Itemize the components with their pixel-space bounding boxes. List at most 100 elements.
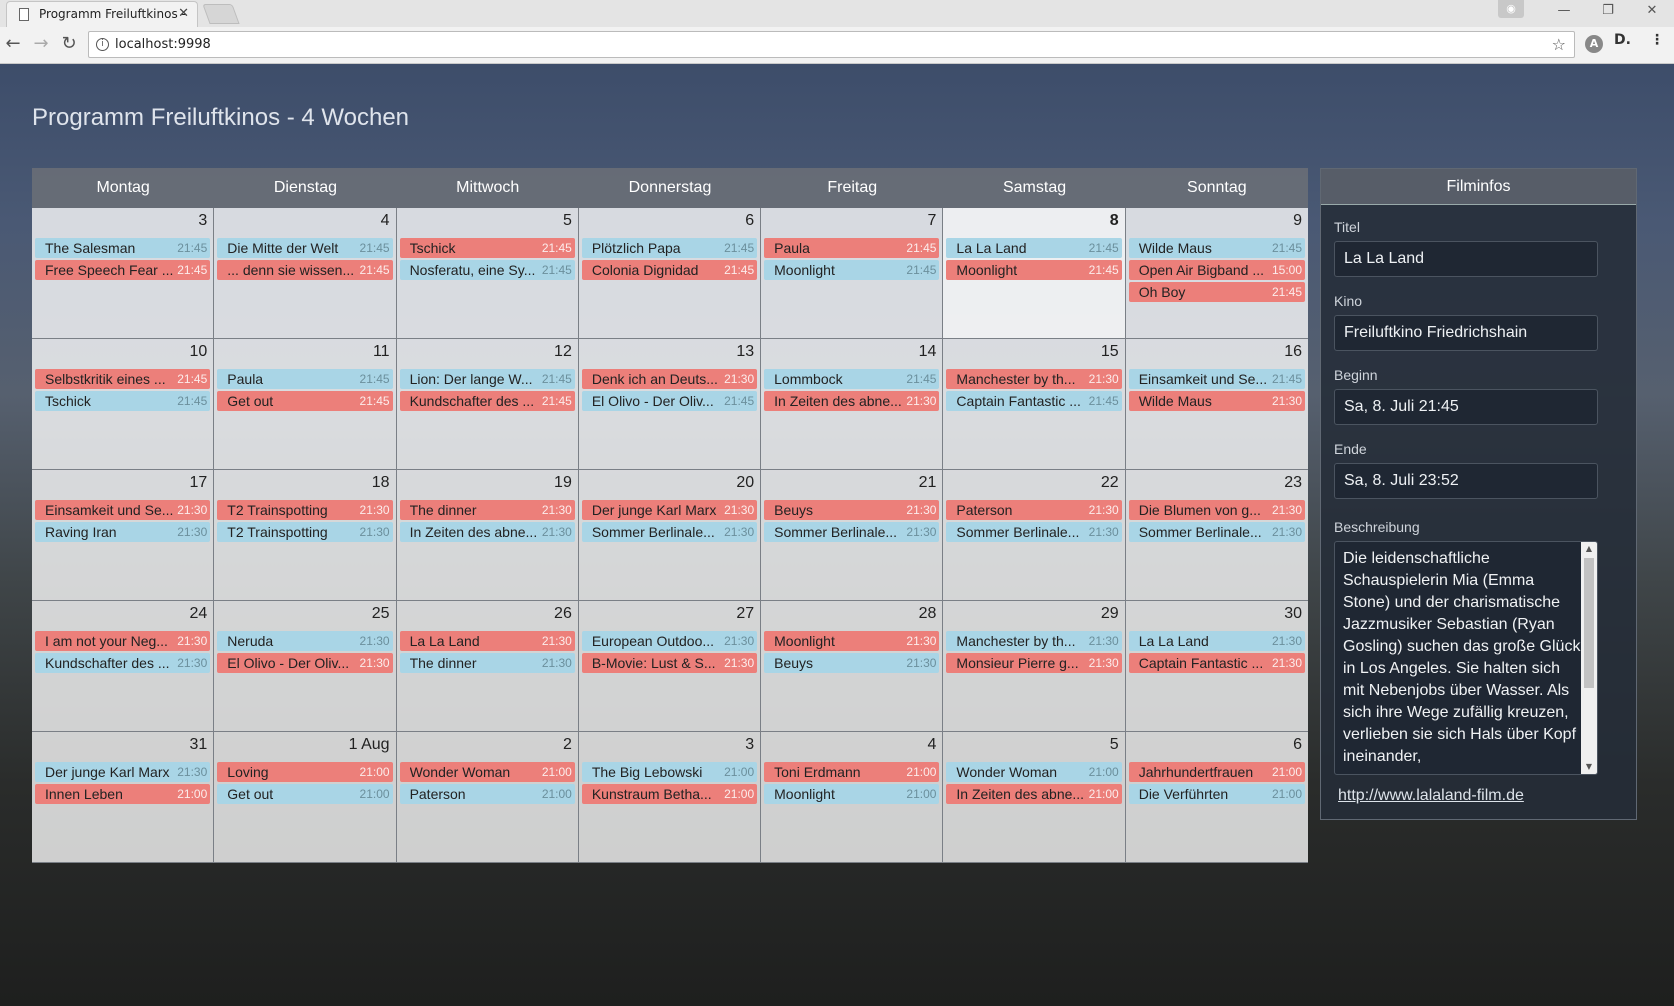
event-item[interactable]: Moonlight 21:45 — [946, 260, 1122, 280]
event-item[interactable]: Paula 21:45 — [217, 369, 393, 389]
event-item[interactable]: Sommer Berlinale... 21:30 — [581, 522, 758, 542]
day-cell[interactable]: 12 Lion: Der lange W... 21:45 Kundschafter … — [396, 339, 579, 470]
day-cell[interactable]: 13 Denk ich an Deuts... 21:30 El Olivo - De… — [578, 339, 762, 470]
event-item[interactable]: T2 Trainspotting 21:30 — [217, 500, 393, 520]
kino-field[interactable]: Freiluftkino Friedrichshain — [1334, 315, 1598, 351]
forward-icon[interactable]: → — [30, 34, 52, 54]
day-cell[interactable]: 6 Jahrhundertfrauen 21:00 Die Verführten 21:… — [1125, 732, 1308, 863]
event-item[interactable]: Die Blumen von g... 21:30 — [1128, 500, 1305, 520]
day-cell[interactable]: 26 La La Land 21:30 The dinner 21:30 — [396, 601, 579, 732]
event-item[interactable]: The dinner 21:30 — [399, 500, 575, 520]
event-item[interactable]: In Zeiten des abne... 21:00 — [946, 784, 1122, 804]
day-cell[interactable]: 21 Beuys 21:30 Sommer Berlinale... 21:30 — [761, 470, 944, 601]
menu-icon[interactable]: ⋮ — [1650, 32, 1664, 48]
day-cell[interactable]: 3 The Salesman 21:45 Free Speech Fear ... 21… — [32, 208, 215, 339]
event-item[interactable]: Paula 21:45 — [764, 238, 940, 258]
back-icon[interactable]: ← — [2, 34, 24, 54]
new-tab-button[interactable] — [202, 4, 240, 24]
event-item[interactable]: Wonder Woman 21:00 — [946, 762, 1122, 782]
profile-icon[interactable]: ◉ — [1498, 0, 1524, 18]
event-item[interactable]: Monsieur Pierre g... 21:30 — [946, 653, 1122, 673]
day-cell[interactable]: 23 Die Blumen von g... 21:30 Sommer Berlina… — [1125, 470, 1308, 601]
event-item[interactable]: Paterson 21:30 — [946, 500, 1122, 520]
event-item[interactable]: Innen Leben 21:00 — [35, 784, 211, 804]
event-item[interactable]: Selbstkritik eines ... 21:45 — [35, 369, 211, 389]
event-item[interactable]: Free Speech Fear ... 21:45 — [35, 260, 211, 280]
extension-d-icon[interactable]: D. — [1614, 32, 1631, 48]
event-item[interactable]: Lommbock 21:45 — [764, 369, 940, 389]
event-item[interactable]: El Olivo - Der Oliv... 21:45 — [581, 391, 758, 411]
day-cell[interactable]: 27 European Outdoo... 21:30 B-Movie: Lust &… — [578, 601, 762, 732]
event-item[interactable]: Open Air Bigband ... 15:00 — [1128, 260, 1305, 280]
event-item[interactable]: Moonlight 21:30 — [764, 631, 940, 651]
event-item[interactable]: Plötzlich Papa 21:45 — [581, 238, 758, 258]
event-item[interactable]: ... denn sie wissen... 21:45 — [217, 260, 393, 280]
restore-icon[interactable]: ❐ — [1586, 0, 1630, 24]
event-item[interactable]: Captain Fantastic ... 21:30 — [1128, 653, 1305, 673]
event-item[interactable]: T2 Trainspotting 21:30 — [217, 522, 393, 542]
event-item[interactable]: Toni Erdmann 21:00 — [764, 762, 940, 782]
day-cell[interactable]: 17 Einsamkeit und Se... 21:30 Raving Iran 21… — [32, 470, 215, 601]
event-item[interactable]: La La Land 21:30 — [1128, 631, 1305, 651]
event-item[interactable]: Loving 21:00 — [217, 762, 393, 782]
event-item[interactable]: Captain Fantastic ... 21:45 — [946, 391, 1122, 411]
event-item[interactable]: Kunstraum Betha... 21:00 — [581, 784, 758, 804]
event-item[interactable]: Wonder Woman 21:00 — [399, 762, 575, 782]
day-cell[interactable]: 31 Der junge Karl Marx 21:30 Innen Leben 21:… — [32, 732, 215, 863]
address-bar[interactable]: i localhost:9998 ☆ — [88, 31, 1575, 58]
minimize-icon[interactable]: — — [1542, 0, 1586, 24]
event-item[interactable]: Neruda 21:30 — [217, 631, 393, 651]
day-cell[interactable]: 8 La La Land 21:45 Moonlight 21:45 — [943, 208, 1126, 339]
event-item[interactable]: Wilde Maus 21:30 — [1128, 391, 1305, 411]
event-item[interactable]: The dinner 21:30 — [399, 653, 575, 673]
event-item[interactable]: The Big Lebowski 21:00 — [581, 762, 758, 782]
event-item[interactable]: Nosferatu, eine Sy... 21:45 — [399, 260, 575, 280]
scroll-down-icon[interactable]: ▼ — [1581, 760, 1597, 774]
event-item[interactable]: Tschick 21:45 — [399, 238, 575, 258]
event-item[interactable]: In Zeiten des abne... 21:30 — [764, 391, 940, 411]
day-cell[interactable]: 30 La La Land 21:30 Captain Fantastic ... 21… — [1125, 601, 1308, 732]
event-item[interactable]: B-Movie: Lust & S... 21:30 — [581, 653, 758, 673]
day-cell[interactable]: 14 Lommbock 21:45 In Zeiten des abne... 21:3… — [761, 339, 944, 470]
day-cell[interactable]: 5 Wonder Woman 21:00 In Zeiten des abne... 2… — [943, 732, 1126, 863]
event-item[interactable]: Get out 21:45 — [217, 391, 393, 411]
day-cell[interactable]: 24 I am not your Neg... 21:30 Kundschafter … — [32, 601, 215, 732]
film-website-link[interactable]: http://www.lalaland-film.de — [1338, 787, 1524, 805]
event-item[interactable]: Der junge Karl Marx 21:30 — [581, 500, 758, 520]
event-item[interactable]: Moonlight 21:45 — [764, 260, 940, 280]
event-item[interactable]: Sommer Berlinale... 21:30 — [1128, 522, 1305, 542]
event-item[interactable]: Die Verführten 21:00 — [1128, 784, 1305, 804]
beschreibung-field[interactable]: Die leidenschaftliche Schauspielerin Mia… — [1334, 541, 1598, 775]
scroll-up-icon[interactable]: ▲ — [1581, 542, 1597, 556]
event-item[interactable]: Beuys 21:30 — [764, 500, 940, 520]
event-item[interactable]: La La Land 21:30 — [399, 631, 575, 651]
day-cell[interactable]: 28 Moonlight 21:30 Beuys 21:30 — [761, 601, 944, 732]
day-cell[interactable]: 11 Paula 21:45 Get out 21:45 — [214, 339, 397, 470]
event-item[interactable]: Sommer Berlinale... 21:30 — [946, 522, 1122, 542]
event-item[interactable]: El Olivo - Der Oliv... 21:30 — [217, 653, 393, 673]
description-scrollbar[interactable]: ▲ ▼ — [1581, 542, 1597, 774]
reload-icon[interactable]: ↻ — [58, 34, 80, 54]
event-item[interactable]: Oh Boy 21:45 — [1128, 282, 1305, 302]
event-item[interactable]: La La Land 21:45 — [946, 238, 1122, 258]
day-cell[interactable]: 25 Neruda 21:30 El Olivo - Der Oliv... 21:30 — [214, 601, 397, 732]
event-item[interactable]: Einsamkeit und Se... 21:45 — [1128, 369, 1305, 389]
event-item[interactable]: Manchester by th... 21:30 — [946, 369, 1122, 389]
day-cell[interactable]: 1 Aug Loving 21:00 Get out 21:00 — [214, 732, 397, 863]
event-item[interactable]: Kundschafter des ... 21:45 — [399, 391, 575, 411]
event-item[interactable]: Jahrhundertfrauen 21:00 — [1128, 762, 1305, 782]
day-cell[interactable]: 19 The dinner 21:30 In Zeiten des abne... 21… — [396, 470, 579, 601]
event-item[interactable]: Sommer Berlinale... 21:30 — [764, 522, 940, 542]
event-item[interactable]: Die Mitte der Welt 21:45 — [217, 238, 393, 258]
ende-field[interactable]: Sa, 8. Juli 23:52 — [1334, 463, 1598, 499]
browser-tab[interactable]: Programm Freiluftkinos - ✕ — [6, 1, 198, 27]
bookmark-star-icon[interactable]: ☆ — [1552, 32, 1566, 57]
day-cell[interactable]: 10 Selbstkritik eines ... 21:45 Tschick 21:4… — [32, 339, 215, 470]
day-cell[interactable]: 4 Die Mitte der Welt 21:45... denn sie wis… — [214, 208, 397, 339]
event-item[interactable]: Denk ich an Deuts... 21:30 — [581, 369, 758, 389]
event-item[interactable]: Einsamkeit und Se... 21:30 — [35, 500, 211, 520]
event-item[interactable]: European Outdoo... 21:30 — [581, 631, 758, 651]
day-cell[interactable]: 9 Wilde Maus 21:45 Open Air Bigband ... 15:0… — [1125, 208, 1308, 339]
day-cell[interactable]: 4 Toni Erdmann 21:00 Moonlight 21:00 — [761, 732, 944, 863]
close-window-icon[interactable]: ✕ — [1630, 0, 1674, 24]
